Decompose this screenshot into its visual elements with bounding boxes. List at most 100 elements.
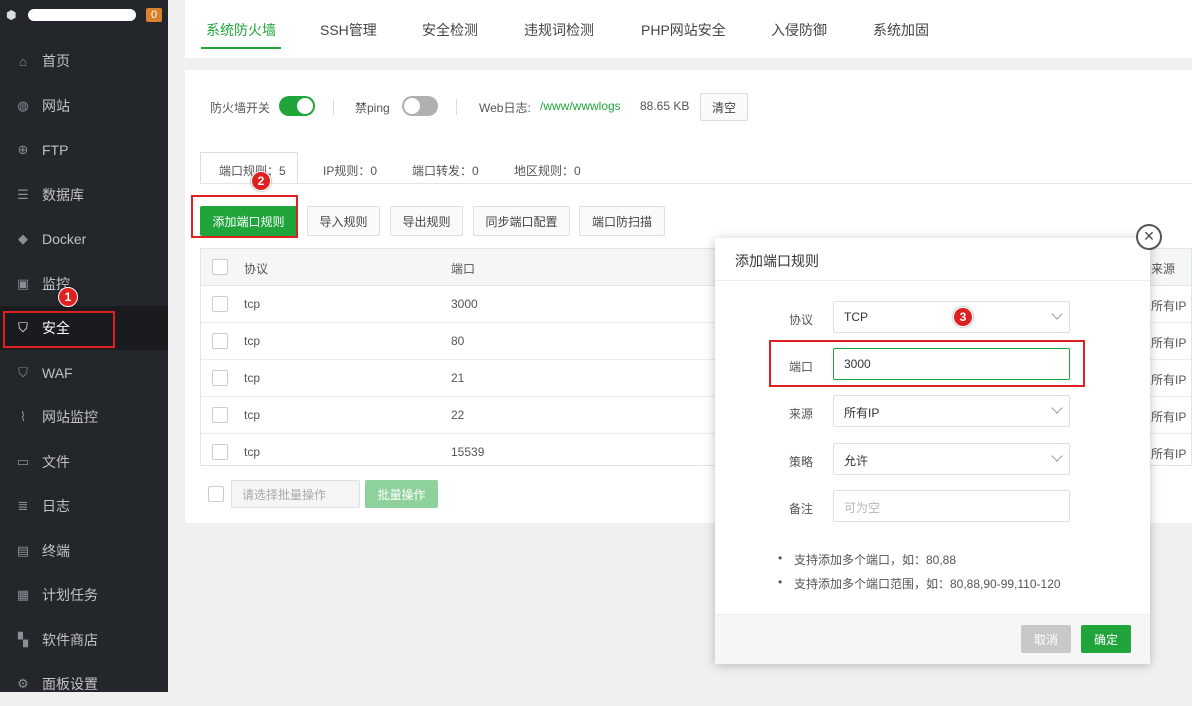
source-value: 所有IP (844, 406, 880, 420)
strategy-label: 策略 (789, 455, 814, 469)
logo-icon: ⬢ (6, 8, 17, 22)
divider (456, 99, 457, 115)
firewall-switch-label: 防火墙开关 (210, 101, 271, 115)
sidebar-item-terminal[interactable]: ▤ 终端 (0, 529, 168, 573)
header-port: 端口 (451, 262, 476, 276)
source-label: 来源 (789, 407, 814, 421)
apps-icon: ▚ (18, 632, 28, 647)
subtab-ip-rules[interactable]: IP规则：0 (323, 162, 377, 179)
sidebar-item-docker[interactable]: ◆ Docker (0, 217, 168, 261)
tab-ssh[interactable]: SSH管理 (320, 20, 377, 40)
batch-action-button[interactable]: 批量操作 (365, 480, 438, 508)
tab-violation-words[interactable]: 违规词检测 (524, 20, 594, 40)
highlight-box-port (769, 340, 1085, 387)
cell-source: 所有IP (1151, 373, 1187, 387)
ping-toggle[interactable] (402, 96, 438, 116)
batch-select-checkbox[interactable] (208, 486, 224, 502)
highlight-box-add-rule (191, 195, 298, 238)
sidebar-item-label: Docker (42, 231, 87, 247)
monitor-icon: ▣ (16, 276, 30, 291)
sidebar-item-logs[interactable]: ≣ 日志 (0, 484, 168, 528)
header-protocol: 协议 (244, 262, 269, 276)
import-rules-button[interactable]: 导入规则 (307, 206, 380, 236)
row-checkbox[interactable] (212, 370, 228, 386)
select-all-checkbox[interactable] (212, 259, 228, 275)
sidebar-item-label: 数据库 (42, 187, 84, 203)
cell-port: 15539 (451, 445, 485, 459)
chart-icon: ⌇ (19, 409, 27, 424)
sidebar-item-label: 软件商店 (42, 632, 98, 648)
sidebar-item-site-monitor[interactable]: ⌇ 网站监控 (0, 395, 168, 439)
clear-log-button[interactable]: 清空 (700, 93, 748, 121)
gear-icon: ⚙ (17, 676, 29, 691)
toggle-knob (297, 98, 313, 114)
notification-badge[interactable]: 0 (146, 8, 163, 22)
strategy-select[interactable]: 允许 (833, 443, 1070, 475)
source-select[interactable]: 所有IP (833, 395, 1070, 427)
calendar-icon: ▦ (16, 587, 30, 602)
hint-port-range: 支持添加多个端口范围，如：80,88,90-99,110-120 (778, 575, 1061, 592)
cell-port: 80 (451, 334, 465, 348)
batch-action-select[interactable]: 请选择批量操作 (231, 480, 360, 508)
firewall-toggle[interactable] (279, 96, 315, 116)
step-marker-2: 2 (251, 171, 271, 191)
tab-hardening[interactable]: 系统加固 (873, 20, 929, 40)
tab-intrusion[interactable]: 入侵防御 (771, 20, 827, 40)
sidebar-item-waf[interactable]: ⛉ WAF (0, 351, 168, 395)
database-icon: ☰ (17, 187, 29, 202)
protocol-value: TCP (844, 310, 868, 324)
cancel-button[interactable]: 取消 (1021, 625, 1071, 653)
export-rules-button[interactable]: 导出规则 (390, 206, 463, 236)
tab-php-security[interactable]: PHP网站安全 (641, 20, 726, 40)
note-input[interactable]: 可为空 (833, 490, 1070, 522)
weblog-path-link[interactable]: /www/wwwlogs (540, 99, 621, 113)
cell-port: 22 (451, 408, 465, 422)
cell-source: 所有IP (1151, 299, 1187, 313)
subtab-underline (200, 183, 1192, 184)
sidebar-item-label: 文件 (42, 454, 70, 470)
sidebar-item-ftp[interactable]: ⊕ FTP (0, 128, 168, 172)
sync-port-config-button[interactable]: 同步端口配置 (473, 206, 570, 236)
cell-port: 3000 (451, 297, 478, 311)
sidebar-item-database[interactable]: ☰ 数据库 (0, 173, 168, 217)
strategy-value: 允许 (844, 454, 869, 468)
folder-icon: ▭ (16, 454, 30, 469)
subtab-port-forward[interactable]: 端口转发：0 (412, 162, 479, 179)
row-checkbox[interactable] (212, 333, 228, 349)
chevron-down-icon (1051, 450, 1063, 462)
cell-protocol: tcp (244, 371, 261, 385)
sidebar-item-files[interactable]: ▭ 文件 (0, 440, 168, 484)
log-icon: ≣ (17, 498, 29, 513)
cell-source: 所有IP (1151, 336, 1187, 350)
port-anti-scan-button[interactable]: 端口防扫描 (579, 206, 665, 236)
dialog-header: 添加端口规则 (715, 238, 1150, 281)
highlight-box-security (3, 311, 115, 348)
sidebar-item-cron[interactable]: ▦ 计划任务 (0, 573, 168, 617)
terminal-icon: ▤ (16, 543, 30, 558)
protocol-select[interactable]: TCP (833, 301, 1070, 333)
chevron-down-icon (1051, 308, 1063, 320)
row-checkbox[interactable] (212, 444, 228, 460)
sidebar-item-store[interactable]: ▚ 软件商店 (0, 618, 168, 662)
chevron-down-icon (1051, 402, 1063, 414)
add-port-rule-dialog: 添加端口规则 协议 TCP 端口 3000 来源 所有IP 策略 允许 备注 可… (715, 238, 1150, 664)
row-checkbox[interactable] (212, 407, 228, 423)
row-checkbox[interactable] (212, 296, 228, 312)
note-placeholder: 可为空 (844, 501, 881, 515)
sidebar-item-label: FTP (42, 142, 69, 158)
tab-system-firewall[interactable]: 系统防火墙 (206, 20, 276, 40)
sidebar-item-monitor[interactable]: ▣ 监控 (0, 262, 168, 306)
toggle-knob (404, 98, 420, 114)
subtab-region-rules[interactable]: 地区规则：0 (514, 162, 581, 179)
sidebar-item-label: 网站监控 (42, 409, 98, 425)
cell-protocol: tcp (244, 445, 261, 459)
confirm-button[interactable]: 确定 (1081, 625, 1131, 653)
close-dialog-icon[interactable]: × (1136, 224, 1162, 250)
tab-security-scan[interactable]: 安全检测 (422, 20, 478, 40)
sidebar-header: ⬢ 0 (0, 0, 168, 30)
sidebar-item-settings[interactable]: ⚙ 面板设置 (0, 662, 168, 706)
sidebar-item-website[interactable]: ◍ 网站 (0, 84, 168, 128)
top-tabs: 系统防火墙 SSH管理 安全检测 违规词检测 PHP网站安全 入侵防御 系统加固 (185, 0, 1192, 58)
home-icon: ⌂ (19, 53, 27, 69)
sidebar-item-home[interactable]: ⌂ 首页 (0, 39, 168, 83)
